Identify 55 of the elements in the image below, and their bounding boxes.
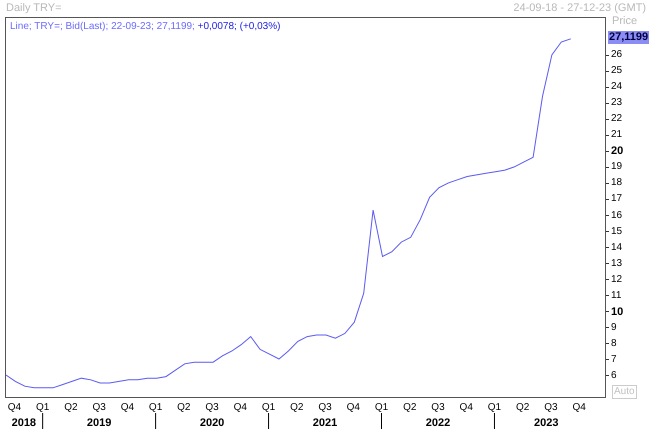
y-tick-label: 15 [611,224,622,238]
y-tick-label: 22 [611,112,622,126]
quarter-label: Q4 [8,402,22,413]
quarter-label: Q4 [460,402,473,413]
quarter-label: Q4 [572,402,586,413]
legend-text: Line; TRY=; Bid(Last); 22-09-23; 27,1199; [10,21,195,32]
quarter-label: Q2 [64,402,78,413]
quarter-label: Q1 [488,402,502,413]
y-tick-label: 25 [611,64,622,78]
quarter-label: Q1 [36,402,50,413]
quarter-label: Q2 [516,402,530,413]
quarter-label: Q4 [346,402,360,413]
y-tick-label: 26 [611,48,622,62]
quarter-label: Q4 [234,402,247,413]
legend-change: +0,0078; (+0,03%) [198,21,280,32]
y-tick-label: 13 [611,256,622,271]
y-tick-label: 10 [611,304,624,319]
year-label: 2018 [12,417,36,429]
quarter-label: Q4 [120,402,134,413]
y-tick-label: 12 [611,272,622,287]
year-label: 2019 [86,417,112,429]
y-tick-label: 8 [611,336,617,351]
y-tick-label: 14 [611,240,622,255]
y-tick-label: 6 [611,368,617,383]
y-tick-label: 16 [611,208,622,222]
quarter-label: Q3 [318,402,332,413]
quarter-label: Q3 [431,402,445,413]
quarter-label: Q2 [290,402,304,413]
y-tick-label: 20 [611,144,624,158]
quarter-label: Q3 [544,402,558,413]
date-range: 24-09-18 - 27-12-23 (GMT) [513,1,646,16]
year-label: 2021 [312,417,338,429]
auto-scale-button[interactable]: Auto [612,385,637,399]
quarter-label: Q1 [262,402,276,413]
year-label: 2020 [200,417,224,429]
y-tick-label: 21 [611,128,622,142]
y-tick-label: 7 [611,352,617,367]
quarter-label: Q1 [374,402,388,413]
y-tick-label: 11 [611,288,622,303]
quarter-label: Q3 [205,402,219,413]
last-price-label: 27,1199 [608,30,650,44]
year-label: 2022 [426,417,450,429]
y-tick-label: 17 [611,192,622,206]
chart-title: Daily TRY= [6,1,62,16]
quarter-label: Q2 [403,402,416,413]
y-tick-label: 19 [611,160,622,174]
y-tick-label: 24 [611,80,622,94]
axis-title: Price [612,15,638,27]
y-tick-label: 23 [611,96,622,110]
y-tick-label: 9 [611,320,617,335]
quarter-label: Q3 [92,402,106,413]
y-tick-label: 18 [611,176,622,190]
quarter-label: Q1 [148,402,162,413]
year-label: 2023 [534,417,558,429]
quarter-label: Q2 [177,402,191,413]
